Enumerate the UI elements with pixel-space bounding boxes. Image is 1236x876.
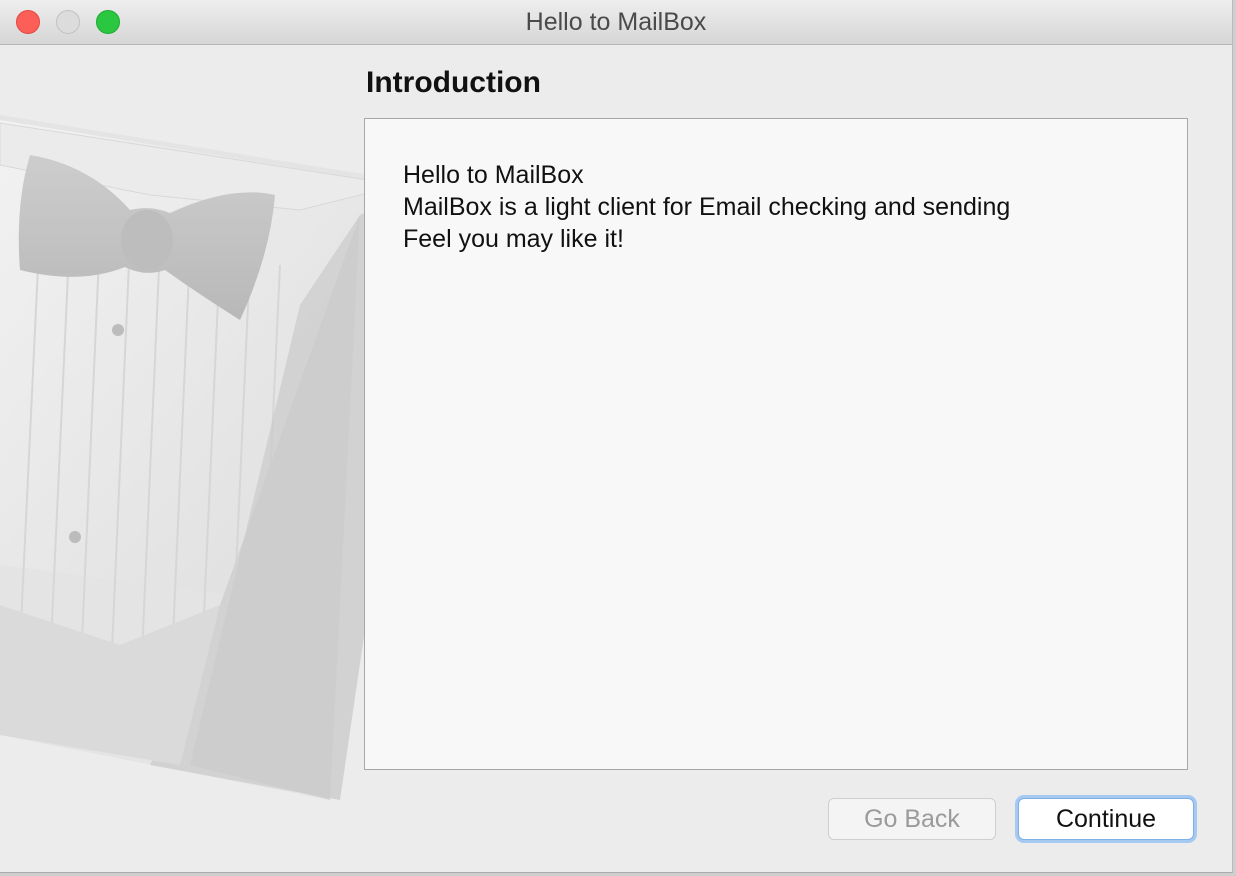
page-title: Introduction [366,66,541,99]
window-title: Hello to MailBox [525,8,707,36]
installer-window: Hello to MailBox Introduction Hello to M… [0,0,1233,873]
introduction-text-area[interactable]: Hello to MailBox MailBox is a light clie… [364,118,1188,770]
intro-line: Feel you may like it! [403,225,624,253]
introduction-text: Hello to MailBox MailBox is a light clie… [403,159,1010,255]
go-back-button[interactable]: Go Back [828,798,996,840]
title-bar[interactable]: Hello to MailBox [0,0,1232,45]
continue-button[interactable]: Continue [1018,798,1194,840]
intro-line: MailBox is a light client for Email chec… [403,193,1011,221]
intro-line: Hello to MailBox [403,161,584,189]
